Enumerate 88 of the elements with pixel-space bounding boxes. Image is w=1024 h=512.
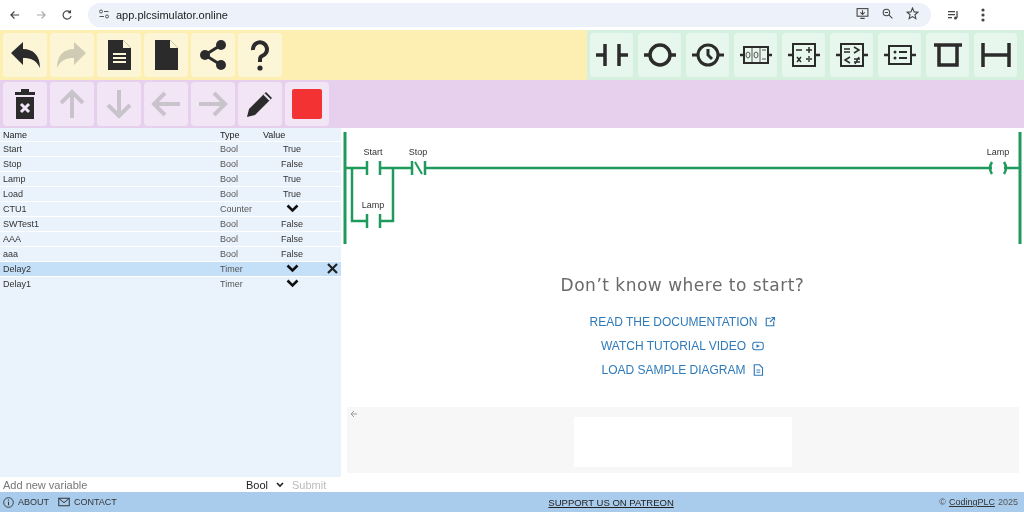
instruction-button[interactable]	[926, 33, 969, 77]
star-icon	[906, 7, 919, 20]
coil-symbol[interactable]	[988, 160, 1008, 176]
info-icon	[3, 496, 14, 508]
toolbar-button[interactable]	[238, 33, 282, 77]
value-toggle[interactable]: True	[260, 171, 324, 187]
caret-icon	[276, 481, 285, 488]
reload-icon	[60, 8, 74, 22]
table-cell: CTU1	[0, 201, 217, 217]
chevron-down-icon[interactable]	[285, 203, 299, 213]
column-header: Value	[260, 128, 341, 142]
contact-link[interactable]: CONTACT	[58, 497, 117, 507]
table-cell: Bool	[217, 231, 260, 247]
table-cell: Lamp	[0, 171, 217, 187]
stop-icon	[291, 88, 323, 120]
table-cell: Bool	[217, 141, 260, 157]
instruction-button[interactable]	[878, 33, 921, 77]
close-icon[interactable]	[327, 262, 338, 274]
video-icon	[752, 340, 765, 352]
value-toggle[interactable]: False	[260, 231, 324, 247]
table-cell: Counter	[217, 201, 260, 217]
table-cell: Timer	[217, 276, 260, 291]
type-select[interactable]: Bool	[243, 477, 289, 492]
toolbar-button[interactable]	[144, 33, 188, 77]
arrow-left-icon[interactable]	[349, 410, 358, 418]
table-cell: Bool	[217, 216, 260, 232]
url-text: app.plcsimulator.online	[116, 9, 229, 21]
table-cell: Timer	[217, 261, 260, 277]
toolbar-button[interactable]	[238, 82, 282, 126]
value-toggle[interactable]: False	[260, 156, 324, 172]
ladder-diagram[interactable]: Start Stop Lamp Lamp	[341, 128, 1024, 248]
instruction-button[interactable]	[974, 33, 1017, 77]
help-heading: Don’t know where to start?	[560, 275, 805, 295]
column-header: Name	[0, 128, 217, 142]
table-cell: SWTest1	[0, 216, 217, 232]
instruction-button[interactable]	[686, 33, 729, 77]
help-link[interactable]: READ THE DOCUMENTATION	[589, 315, 776, 329]
toolbar-button[interactable]	[191, 33, 235, 77]
table-cell: Delay2	[0, 261, 217, 277]
instruction-button[interactable]	[734, 33, 777, 77]
column-header: Type	[217, 128, 260, 142]
zoom-icon	[881, 7, 894, 20]
document-icon	[751, 364, 764, 376]
help-link[interactable]: LOAD SAMPLE DIAGRAM	[601, 363, 764, 377]
instruction-button[interactable]	[590, 33, 633, 77]
contact-symbol[interactable]	[365, 159, 382, 177]
contact-symbol[interactable]	[365, 212, 382, 230]
table-cell: Bool	[217, 171, 260, 187]
table-cell: AAA	[0, 231, 217, 247]
toolbar-button[interactable]	[3, 82, 47, 126]
menu-icon	[981, 8, 985, 22]
share-icon	[197, 39, 229, 71]
table-cell: Start	[0, 141, 217, 157]
contact-label: Start	[363, 147, 383, 157]
toolbar-button[interactable]	[3, 33, 47, 77]
toolbar-button[interactable]	[97, 33, 141, 77]
value-toggle[interactable]: False	[260, 216, 324, 232]
owner-link[interactable]: CodingPLC	[948, 497, 995, 507]
value-toggle[interactable]: True	[260, 186, 324, 202]
contact-label: Stop	[408, 147, 428, 157]
external-link-icon	[763, 316, 776, 328]
help-link[interactable]: WATCH TUTORIAL VIDEO	[600, 339, 765, 353]
address-bar[interactable]: app.plcsimulator.online	[88, 3, 931, 27]
contact-label: Lamp	[986, 147, 1010, 157]
about-link[interactable]: ABOUT	[3, 496, 49, 508]
chevron-down-icon[interactable]	[285, 263, 299, 273]
chevron-down-icon[interactable]	[285, 278, 299, 288]
table-cell: Delay1	[0, 276, 217, 291]
mail-icon	[58, 497, 70, 507]
input-field[interactable]: Add new variable	[0, 477, 243, 492]
table-cell: Bool	[217, 156, 260, 172]
instruction-button[interactable]	[830, 33, 873, 77]
copyright-sign: ©	[939, 497, 946, 507]
contact-label: Lamp	[361, 200, 385, 210]
table-cell: Load	[0, 186, 217, 202]
site-info-icon	[98, 8, 110, 20]
contact-symbol[interactable]	[410, 159, 427, 177]
value-toggle[interactable]: True	[260, 141, 324, 157]
media-icon	[947, 9, 959, 21]
patreon-link[interactable]: SUPPORT US ON PATREON	[388, 496, 674, 508]
instruction-button[interactable]	[782, 33, 825, 77]
table-cell: Stop	[0, 156, 217, 172]
install-icon	[856, 7, 869, 20]
arrow-left-icon	[8, 8, 22, 22]
branch-wire	[350, 166, 395, 223]
copyright-year: 2025	[997, 497, 1018, 507]
instruction-button[interactable]	[638, 33, 681, 77]
table-cell: Bool	[217, 186, 260, 202]
